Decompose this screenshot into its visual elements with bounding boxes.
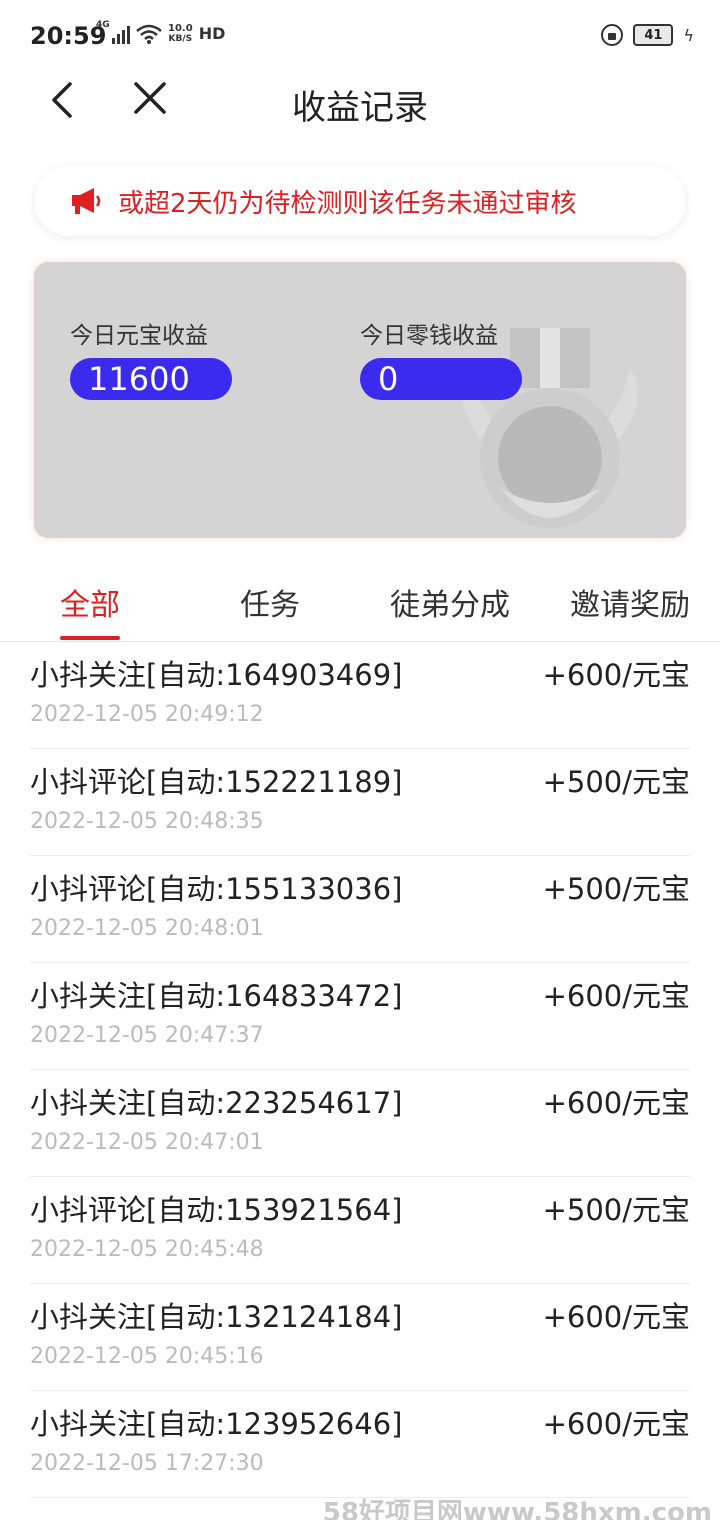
status-bar: 20:59 4G 10.0 KB/S HD 41 ϟ: [0, 0, 720, 72]
record-time: 2022-12-05 20:47:01: [30, 1130, 264, 1155]
wifi-icon: [136, 24, 162, 44]
cellular-signal-icon: 4G: [96, 20, 130, 44]
notice-banner: 或超2天仍为待检测则该任务未通过审核: [34, 166, 686, 236]
site-watermark: 58好项目网www.58hxm.com: [322, 1498, 712, 1520]
list-item[interactable]: 小抖关注[自动:223254617] 2022-12-05 20:47:01 +…: [30, 1070, 690, 1177]
hd-icon: HD: [198, 24, 226, 43]
record-title: 小抖评论[自动:153921564]: [30, 1193, 403, 1227]
filter-tabs: 全部 任务 徒弟分成 邀请奖励: [0, 568, 720, 642]
record-title: 小抖评论[自动:152221189]: [30, 765, 403, 799]
record-title: 小抖评论[自动:155133036]: [30, 872, 403, 906]
status-time: 20:59: [30, 22, 107, 50]
record-title: 小抖关注[自动:223254617]: [30, 1086, 403, 1120]
record-amount: +500/元宝: [542, 765, 690, 799]
record-title: 小抖关注[自动:164903469]: [30, 658, 403, 692]
megaphone-icon: [72, 188, 101, 214]
tab-apprentice-share[interactable]: 徒弟分成: [390, 580, 510, 624]
list-item[interactable]: 小抖关注[自动:123952646] 2022-12-05 17:27:30 +…: [30, 1391, 690, 1498]
record-amount: +600/元宝: [542, 658, 690, 692]
list-item[interactable]: 小抖关注[自动:132124184] 2022-12-05 20:45:16 +…: [30, 1284, 690, 1391]
record-title: 小抖关注[自动:123952646]: [30, 1407, 403, 1441]
page-title: 收益记录: [292, 88, 428, 128]
active-tab-indicator: [60, 636, 120, 640]
list-item[interactable]: 小抖关注[自动:164833472] 2022-12-05 20:47:37 +…: [30, 963, 690, 1070]
record-amount: +600/元宝: [542, 979, 690, 1013]
nav-header: 收益记录: [0, 72, 720, 132]
record-amount: +600/元宝: [542, 1407, 690, 1441]
tab-tasks[interactable]: 任务: [240, 580, 300, 624]
record-title: 小抖关注[自动:164833472]: [30, 979, 403, 1013]
list-item[interactable]: 小抖评论[自动:155133036] 2022-12-05 20:48:01 +…: [30, 856, 690, 963]
list-item[interactable]: 小抖评论[自动:152221189] 2022-12-05 20:48:35 +…: [30, 749, 690, 856]
record-amount: +500/元宝: [542, 1193, 690, 1227]
charging-icon: ϟ: [683, 25, 694, 45]
record-time: 2022-12-05 20:48:35: [30, 809, 264, 834]
earnings-record-list: 小抖关注[自动:164903469] 2022-12-05 20:49:12 +…: [0, 642, 720, 1498]
record-time: 2022-12-05 17:27:30: [30, 1451, 264, 1476]
earnings-summary-card: 今日元宝收益 11600 今日零钱收益 0: [34, 262, 686, 538]
status-left-icons: 4G 10.0 KB/S HD: [96, 20, 226, 45]
battery-level: 41: [644, 27, 663, 43]
network-speed: 10.0 KB/S: [168, 23, 193, 45]
change-value: 0: [360, 358, 522, 400]
list-item[interactable]: 小抖评论[自动:153921564] 2022-12-05 20:45:48 +…: [30, 1177, 690, 1284]
record-time: 2022-12-05 20:48:01: [30, 916, 264, 941]
tab-invite-rewards[interactable]: 邀请奖励: [570, 580, 690, 624]
battery-icon: 41: [633, 24, 674, 46]
list-item[interactable]: 小抖关注[自动:164903469] 2022-12-05 20:49:12 +…: [30, 642, 690, 749]
record-time: 2022-12-05 20:45:16: [30, 1344, 264, 1369]
yuanbao-label: 今日元宝收益: [70, 323, 208, 349]
record-amount: +500/元宝: [542, 872, 690, 906]
notice-text: 或超2天仍为待检测则该任务未通过审核: [118, 188, 577, 219]
record-amount: +600/元宝: [542, 1086, 690, 1120]
record-amount: +600/元宝: [542, 1300, 690, 1334]
record-title: 小抖关注[自动:132124184]: [30, 1300, 403, 1334]
change-label: 今日零钱收益: [360, 323, 498, 349]
tab-all[interactable]: 全部: [60, 580, 120, 624]
record-time: 2022-12-05 20:49:12: [30, 702, 264, 727]
record-time: 2022-12-05 20:45:48: [30, 1237, 264, 1262]
status-right-icons: 41 ϟ: [601, 24, 694, 46]
yuanbao-value: 11600: [70, 358, 232, 400]
change-earnings-stat: 今日零钱收益 0: [360, 316, 522, 400]
rotation-lock-icon: [601, 24, 624, 46]
record-time: 2022-12-05 20:47:37: [30, 1023, 264, 1048]
yuanbao-earnings-stat: 今日元宝收益 11600: [70, 316, 232, 400]
